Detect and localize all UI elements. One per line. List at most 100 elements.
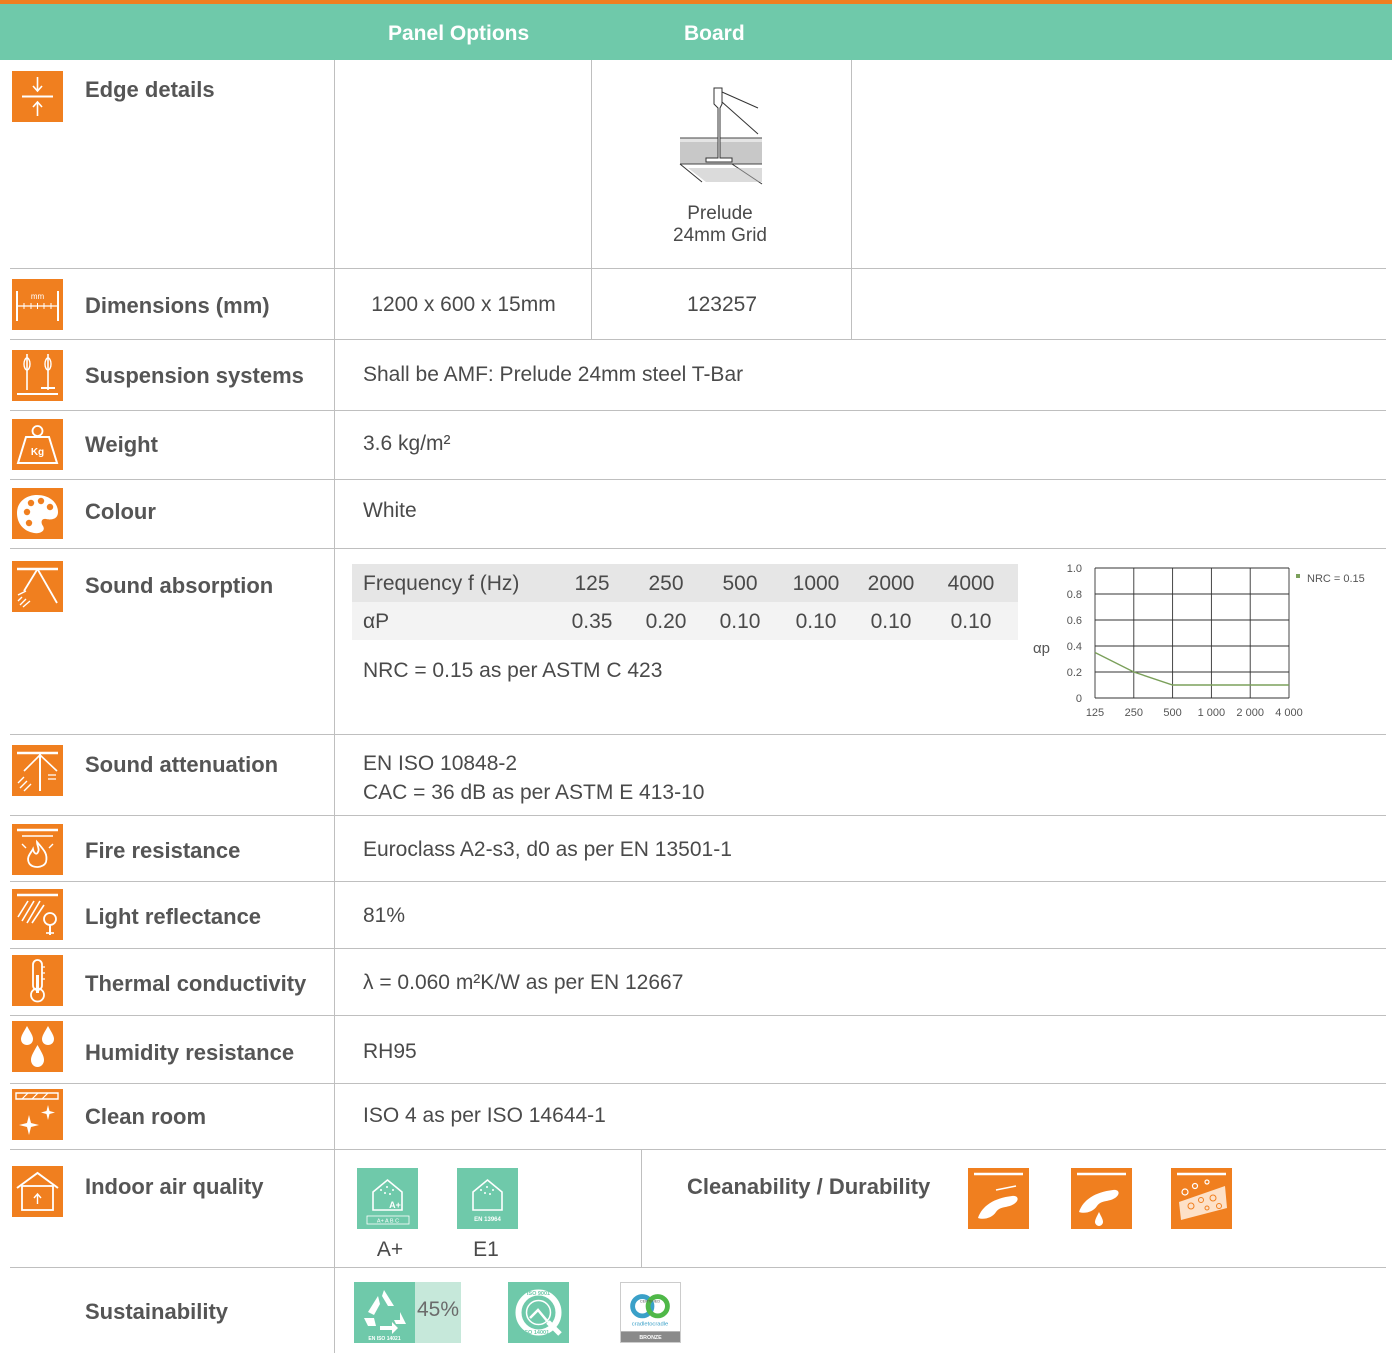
colour-value: White [363,499,417,522]
thermal-value: λ = 0.060 m²K/W as per EN 12667 [363,971,684,994]
fire-icon [12,824,63,875]
board-caption-line1: Prelude [687,203,753,224]
e1-badge-icon: EN 13964 [457,1168,518,1229]
chart-y-tick-label: 1.0 [1067,563,1082,575]
alpha-cell: 0.10 [719,610,761,633]
suspension-label: Suspension systems [85,363,304,388]
chart-y-tick-label: 0.4 [1067,641,1082,653]
frequency-cell: 250 [648,572,684,595]
chart-series-line [1094,651,1289,686]
indoor-air-label: Indoor air quality [85,1174,264,1199]
clean-room-value: ISO 4 as per ISO 14644-1 [363,1104,606,1127]
header-board: Board [684,22,745,45]
edge-details-label: Edge details [85,77,215,102]
suspension-value: Shall be AMF: Prelude 24mm steel T-Bar [363,363,744,386]
alpha-row: αP 0.35 0.20 0.10 0.10 0.10 0.10 [352,602,1018,640]
sound-absorption-chart: 0 0.2 0.4 0.6 0.8 1.0 125 250 500 1 000 2 000 4 00… [1033,563,1365,719]
sustainability-label: Sustainability [85,1299,229,1324]
colour-label: Colour [85,499,156,524]
sound-attenuation-icon [12,745,63,796]
wipe-icon [968,1168,1029,1229]
frequency-cell: 500 [722,572,758,595]
dimensions-size: 1200 x 600 x 15mm [371,293,556,316]
svg-text:mm: mm [31,292,45,301]
svg-text:EN 13964: EN 13964 [474,1217,501,1223]
suspension-icon [12,350,63,401]
light-reflectance-icon [12,889,63,940]
board-caption-line2: 24mm Grid [673,225,767,246]
dimensions-label: Dimensions (mm) [85,293,270,318]
sound-absorption-icon [12,561,63,612]
row-divider [10,815,1386,816]
wash-icon [1071,1168,1132,1229]
svg-text:BRONZE: BRONZE [639,1335,662,1341]
chart-y-tick-label: 0.6 [1067,615,1082,627]
nrc-text: NRC = 0.15 as per ASTM C 423 [363,659,663,682]
chart-x-tick-label: 2 000 [1236,707,1264,719]
sound-attenuation-line2: CAC = 36 dB as per ASTM E 413-10 [363,781,705,804]
frequency-cell: 1000 [792,572,840,595]
alpha-cell: 0.20 [645,610,687,633]
row-divider [10,948,1386,949]
recycle-icon: EN ISO 14021 [354,1282,415,1343]
column-divider [641,1150,642,1268]
svg-text:CERTIFIED: CERTIFIED [640,1299,661,1303]
house-icon [12,1166,63,1217]
alpha-cell: 0.35 [571,610,613,633]
chart-x-tick-label: 500 [1163,707,1181,719]
weight-value: 3.6 kg/m² [363,432,451,455]
sound-attenuation-line1: EN ISO 10848-2 [363,752,518,775]
light-label: Light reflectance [85,904,262,929]
svg-text:cradletocradle: cradletocradle [632,1322,668,1328]
svg-text:A+ A B C: A+ A B C [377,1219,399,1225]
a-plus-caption: A+ [376,1238,404,1261]
sound-absorption-table: Frequency f (Hz) 125 250 500 1000 2000 4… [352,564,1018,640]
svg-text:ISO 14001: ISO 14001 [523,1330,549,1336]
row-divider [10,1267,1386,1268]
svg-text:EN ISO 14021: EN ISO 14021 [368,1336,400,1342]
alpha-cell: 0.10 [950,610,992,633]
chart-legend-label: NRC = 0.15 [1307,573,1365,585]
chart-legend-swatch [1296,574,1300,578]
edge-arrows-icon [12,71,63,122]
chart-x-ticks: 125 250 500 1 000 2 000 4 000 [1086,707,1303,719]
humidity-label: Humidity resistance [85,1040,295,1065]
column-divider [334,60,335,1353]
prelude-grid-drawing [676,86,766,186]
chart-x-tick-label: 250 [1125,707,1143,719]
palette-icon [12,488,63,539]
table-header: Panel Options Board [0,4,1392,60]
recycle-badge: EN ISO 14021 45% [354,1282,461,1343]
chart-y-ticks: 0 0.2 0.4 0.6 0.8 1.0 [1067,563,1082,705]
fire-value: Euroclass A2-s3, d0 as per EN 13501-1 [363,838,732,861]
row-divider [10,881,1386,882]
chart-grid [1094,567,1290,699]
e1-caption: E1 [473,1238,499,1261]
scrub-icon [1171,1168,1232,1229]
clean-room-label: Clean room [85,1104,207,1129]
light-value: 81% [363,904,406,927]
row-divider [10,1149,1386,1150]
frequency-row: Frequency f (Hz) 125 250 500 1000 2000 4… [352,564,1018,602]
chart-y-tick-label: 0.2 [1067,667,1082,679]
cleanability-label: Cleanability / Durability [687,1174,931,1199]
fire-label: Fire resistance [85,838,241,863]
svg-text:A+: A+ [389,1200,401,1210]
sound-attenuation-label: Sound attenuation [85,752,279,777]
row-divider [10,1083,1386,1084]
sound-absorption-label: Sound absorption [85,573,274,598]
kg-weight-icon: Kg [12,419,63,470]
cradle-to-cradle-icon: CERTIFIED cradletocradle BRONZE [620,1282,681,1343]
row-divider [10,1015,1386,1016]
header-panel-options: Panel Options [388,22,530,45]
dimensions-code: 123257 [686,293,758,316]
chart-x-tick-label: 125 [1086,707,1104,719]
alpha-header: αP [363,610,390,633]
iso-certification-icon: ISO 9001 ISO 14001 [508,1282,569,1343]
weight-label: Weight [85,432,158,457]
a-plus-badge-icon: A+ A+ A B C [357,1168,418,1229]
ruler-icon: mm [12,279,63,330]
row-divider [10,410,1386,411]
sparkle-icon [12,1089,63,1140]
frequency-cell: 4000 [947,572,995,595]
